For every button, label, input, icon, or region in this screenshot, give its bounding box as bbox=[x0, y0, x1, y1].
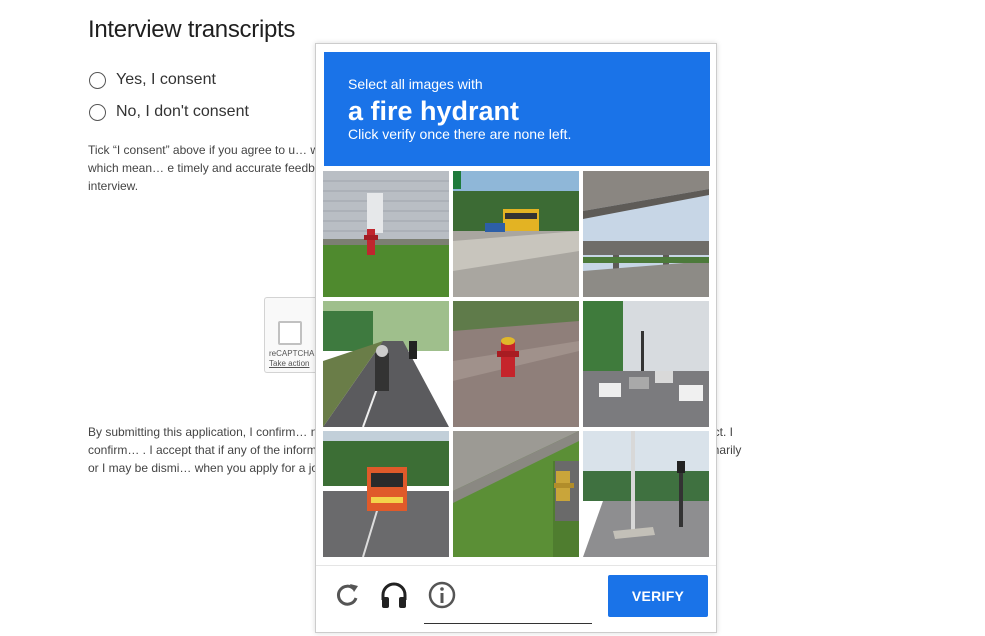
consent-no-option[interactable]: No, I don't consent bbox=[89, 103, 249, 121]
footer-divider bbox=[424, 623, 592, 624]
instruction-sub: Click verify once there are none left. bbox=[348, 126, 572, 142]
image-tile-6[interactable] bbox=[583, 301, 709, 427]
verify-button[interactable]: VERIFY bbox=[608, 575, 708, 617]
consent-yes-option[interactable]: Yes, I consent bbox=[89, 71, 216, 89]
radio-no[interactable] bbox=[89, 103, 106, 121]
info-icon[interactable] bbox=[427, 580, 457, 610]
recaptcha-take-action-link[interactable]: Take action bbox=[269, 359, 309, 368]
recaptcha-label: reCAPTCHA bbox=[269, 349, 315, 358]
image-tile-1[interactable] bbox=[323, 171, 449, 297]
page-title: Interview transcripts bbox=[88, 16, 296, 43]
recaptcha-challenge-dialog: Select all images with a fire hydrant Cl… bbox=[315, 43, 717, 633]
image-tile-5[interactable] bbox=[453, 301, 579, 427]
challenge-footer: VERIFY bbox=[316, 565, 716, 636]
consent-no-label: No, I don't consent bbox=[116, 103, 249, 120]
instruction-small: Select all images with bbox=[348, 76, 483, 92]
radio-yes[interactable] bbox=[89, 71, 106, 89]
challenge-header: Select all images with a fire hydrant Cl… bbox=[324, 52, 710, 166]
image-tile-8[interactable] bbox=[453, 431, 579, 557]
image-grid bbox=[323, 171, 709, 557]
headphones-icon[interactable] bbox=[379, 580, 409, 610]
reload-icon[interactable] bbox=[332, 580, 362, 610]
recaptcha-checkbox[interactable] bbox=[278, 321, 302, 345]
instruction-target: a fire hydrant bbox=[348, 96, 520, 126]
image-tile-2[interactable] bbox=[453, 171, 579, 297]
image-tile-7[interactable] bbox=[323, 431, 449, 557]
image-tile-9[interactable] bbox=[583, 431, 709, 557]
consent-yes-label: Yes, I consent bbox=[116, 71, 216, 88]
image-tile-3[interactable] bbox=[583, 171, 709, 297]
image-tile-4[interactable] bbox=[323, 301, 449, 427]
